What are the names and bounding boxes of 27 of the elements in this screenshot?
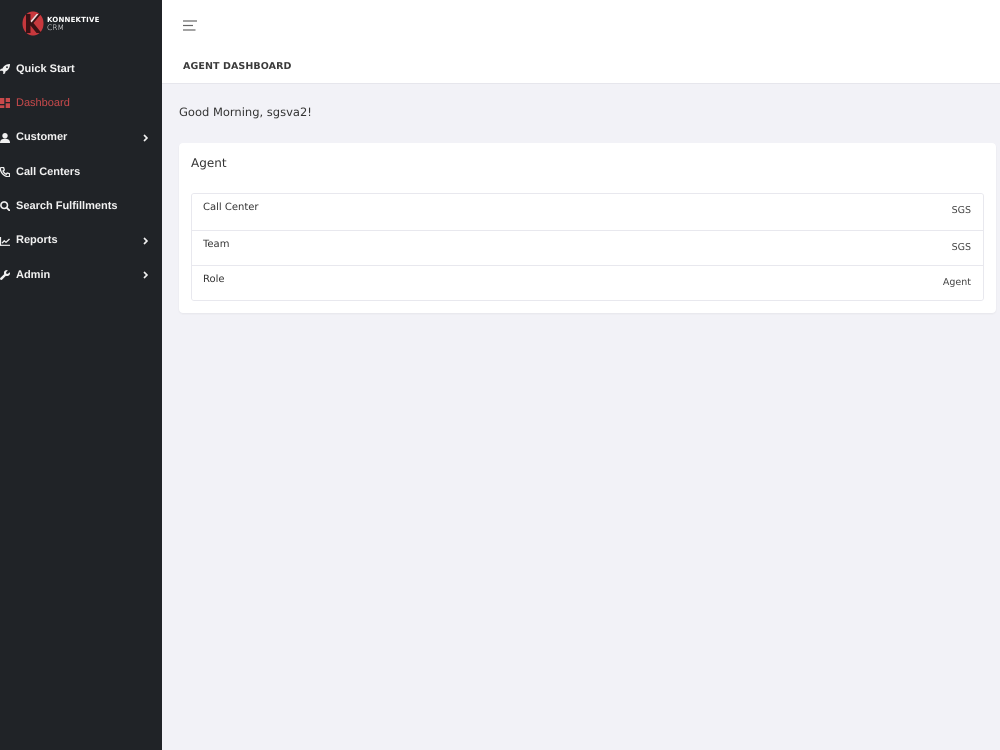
field-label: Team bbox=[203, 238, 230, 252]
line-chart-icon bbox=[0, 236, 10, 246]
rocket-icon bbox=[0, 64, 10, 74]
grid-icon bbox=[0, 98, 10, 108]
sidebar-item[interactable]: Quick Start bbox=[0, 52, 162, 86]
search-icon bbox=[0, 201, 10, 212]
field-value: Agent bbox=[942, 276, 971, 290]
chevron-right-icon bbox=[143, 236, 148, 245]
sidebar-item[interactable]: Call Centers bbox=[0, 154, 162, 190]
chevron-right-icon bbox=[143, 270, 148, 279]
sidebar-item[interactable]: Search Fulfillments bbox=[0, 189, 162, 224]
field-label: Call Center bbox=[203, 201, 259, 216]
card-title: Agent bbox=[191, 155, 228, 172]
user-icon bbox=[0, 132, 10, 143]
logo-mark-icon bbox=[22, 11, 44, 36]
field-value: SGS bbox=[952, 240, 971, 255]
sidebar-item[interactable]: Admin bbox=[0, 258, 162, 292]
greeting-text: Good Morning, sgsva2! bbox=[179, 104, 313, 121]
field-value: SGS bbox=[952, 204, 971, 218]
wrench-icon bbox=[0, 270, 10, 280]
menu-icon[interactable] bbox=[183, 20, 198, 32]
sidebar-item[interactable]: Reports bbox=[0, 223, 162, 258]
sidebar-item[interactable]: Customer bbox=[0, 120, 162, 155]
phone-icon bbox=[0, 167, 10, 178]
chevron-right-icon bbox=[143, 134, 148, 142]
page-title: AGENT DASHBOARD bbox=[183, 60, 293, 74]
field-label: Role bbox=[203, 272, 225, 287]
